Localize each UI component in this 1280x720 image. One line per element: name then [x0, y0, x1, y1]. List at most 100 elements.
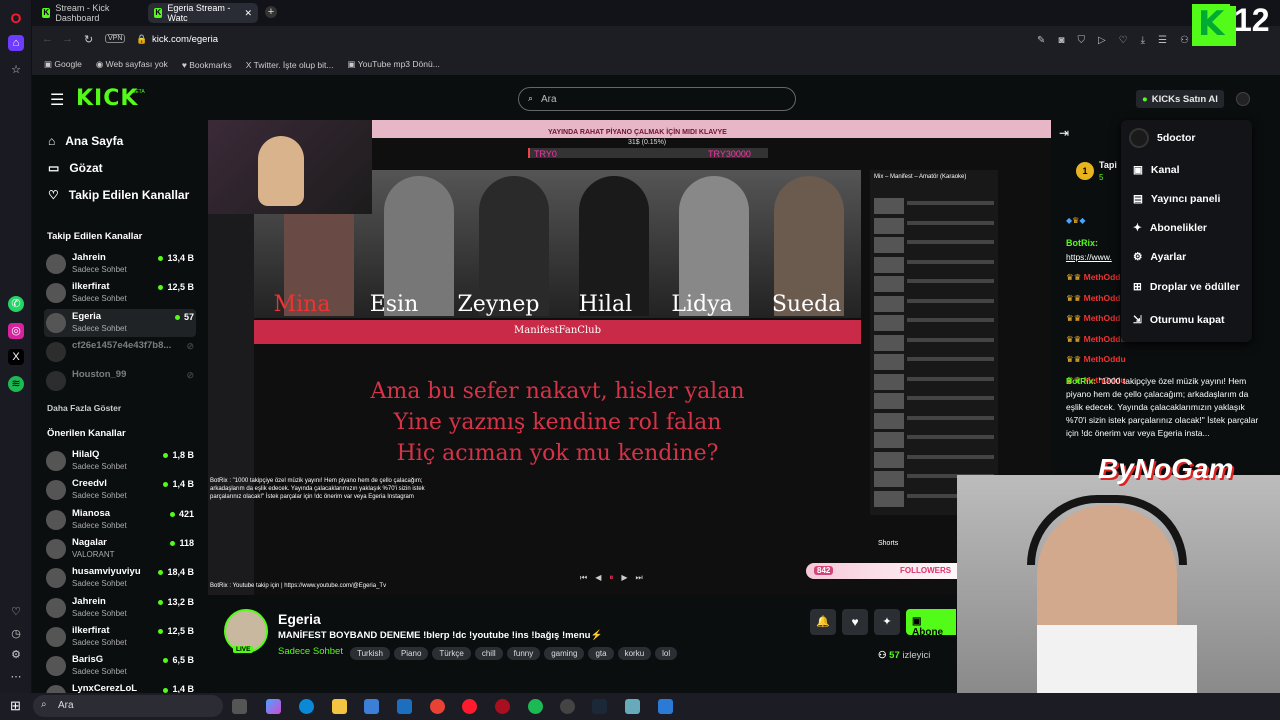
bookmark-twitter[interactable]: X Twitter. İşte olup bit... — [246, 60, 334, 70]
file-explorer-icon[interactable] — [332, 699, 347, 714]
close-tab-icon[interactable]: ✕ — [244, 8, 252, 19]
task-view-icon[interactable] — [232, 699, 247, 714]
chat-message: ♛♛ MethOddu — [1066, 271, 1126, 284]
forward-icon[interactable]: → — [62, 33, 73, 45]
steam-icon[interactable] — [592, 699, 607, 714]
app-icon[interactable] — [625, 699, 640, 714]
opera-gx-icon[interactable] — [462, 699, 477, 714]
stream-tag[interactable]: Türkçe — [432, 647, 471, 660]
app-icon[interactable] — [658, 699, 673, 714]
opera-logo-icon[interactable]: O — [8, 10, 24, 26]
channel-item[interactable]: Houston_99 ⊘ — [44, 367, 196, 395]
collapse-chat-icon[interactable]: ⇥ — [1059, 126, 1069, 140]
bookmark-web[interactable]: ◉ Web sayfası yok — [96, 59, 168, 70]
channel-avatar — [46, 341, 66, 362]
settings-icon[interactable]: ⚙ — [8, 647, 24, 663]
play-icon[interactable]: ▷ — [1098, 35, 1106, 46]
stream-tag[interactable]: Piano — [393, 647, 429, 660]
url-text[interactable]: kick.com/egeria — [152, 34, 218, 45]
download-icon[interactable]: ⤓ — [1141, 35, 1145, 46]
bookmark-bookmarks[interactable]: ♥ Bookmarks — [182, 60, 232, 70]
channel-item[interactable]: Jahrein Sadece Sohbet 13,2 B — [44, 594, 196, 622]
store-icon[interactable] — [364, 699, 379, 714]
channel-item[interactable]: Nagalar VALORANT 118 — [44, 535, 196, 563]
tab-kick-dashboard[interactable]: K Stream - Kick Dashboard — [36, 3, 146, 23]
stream-category[interactable]: Sadece Sohbet — [278, 646, 343, 657]
obs-icon[interactable] — [560, 699, 575, 714]
channel-item[interactable]: HilalQ Sadece Sohbet 1,8 B — [44, 447, 196, 475]
bookmark-youtube[interactable]: ▣ YouTube mp3 Dönü... — [347, 59, 439, 70]
shield-icon[interactable]: ⛉ — [1077, 35, 1085, 46]
kick-logo[interactable]: KICK — [76, 86, 138, 111]
opera-icon[interactable] — [495, 699, 510, 714]
sparkle-button[interactable]: ✦ — [874, 609, 900, 635]
copilot-icon[interactable] — [266, 699, 281, 714]
heart-icon[interactable]: ♡ — [1119, 35, 1128, 46]
stream-tag[interactable]: funny — [506, 647, 541, 660]
taskbar-search[interactable]: ⌕ Ara — [33, 695, 223, 717]
new-tab-icon[interactable]: + — [265, 6, 277, 18]
channel-name: cf26e1457e4e43f7b8... — [72, 339, 172, 351]
channel-item[interactable]: Mianosa Sadece Sohbet 421 — [44, 506, 196, 534]
vpn-badge[interactable]: VPN — [105, 34, 126, 43]
playlist-row — [874, 334, 994, 351]
subscribe-button[interactable]: ▣ Abone — [906, 609, 956, 638]
user-avatar[interactable] — [1236, 92, 1250, 106]
menu-creator-dashboard[interactable]: ▤ Yayıncı paneli — [1133, 193, 1220, 205]
channel-item[interactable]: ilkerfirat Sadece Sohbet 12,5 B — [44, 279, 196, 307]
x-twitter-icon[interactable]: X — [8, 349, 24, 365]
history-icon[interactable]: ◷ — [8, 626, 24, 642]
video-player[interactable]: YAYINDA RAHAT PİYANO ÇALMAK İÇİN MIDI KL… — [208, 120, 1051, 595]
streamer-name[interactable]: Egeria — [278, 611, 321, 627]
show-more-link[interactable]: Daha Fazla Göster — [47, 403, 121, 413]
menu-drops[interactable]: ⊞ Droplar ve ödüller — [1133, 281, 1240, 293]
menu-subscriptions[interactable]: ✦ Abonelikler — [1133, 222, 1207, 234]
stream-tag[interactable]: gta — [588, 647, 614, 660]
menu-icon[interactable]: ☰ — [1158, 35, 1167, 46]
search-input[interactable]: ⌕ Ara — [518, 87, 796, 111]
reload-icon[interactable]: ↻ — [84, 33, 93, 46]
windows-start-icon[interactable]: ⊞ — [10, 698, 21, 714]
spotify-icon[interactable] — [528, 699, 543, 714]
channel-item[interactable]: cf26e1457e4e43f7b8... ⊘ — [44, 338, 196, 366]
menu-settings[interactable]: ⚙ Ayarlar — [1133, 251, 1186, 263]
menu-logout[interactable]: ⇲ Oturumu kapat — [1133, 314, 1225, 326]
menu-channel[interactable]: ▣ Kanal — [1133, 164, 1180, 176]
menu-username[interactable]: 5doctor — [1157, 132, 1196, 144]
notification-bell-button[interactable]: 🔔 — [810, 609, 836, 635]
channel-item[interactable]: Egeria Sadece Sohbet 57 — [44, 308, 196, 337]
nav-home[interactable]: ⌂ Ana Sayfa — [48, 134, 123, 148]
stream-tag[interactable]: lol — [655, 647, 678, 660]
stream-tag[interactable]: Turkish — [350, 647, 390, 660]
chat-link[interactable]: https://www. — [1066, 252, 1112, 262]
edit-icon[interactable]: ✎ — [1037, 35, 1045, 46]
stream-tag[interactable]: korku — [617, 647, 652, 660]
chrome-icon[interactable] — [430, 699, 445, 714]
hamburger-icon[interactable]: ☰ — [50, 90, 64, 110]
buy-kicks-button[interactable]: ● KICKs Satın Al — [1136, 90, 1224, 108]
nav-browse[interactable]: ▭ Gözat — [48, 161, 103, 175]
bookmark-google[interactable]: ▣ Google — [44, 59, 82, 70]
outlook-icon[interactable] — [397, 699, 412, 714]
profile-icon[interactable]: ⚇ — [1180, 35, 1189, 46]
camera-icon[interactable]: ◙ — [1058, 35, 1064, 46]
heart-icon[interactable]: ♡ — [8, 604, 24, 620]
star-icon[interactable]: ☆ — [8, 62, 24, 78]
instagram-icon[interactable]: ◎ — [8, 323, 24, 339]
home-icon[interactable]: ⌂ — [8, 35, 24, 51]
edge-icon[interactable] — [299, 699, 314, 714]
channel-item[interactable]: BarisG Sadece Sohbet 6,5 B — [44, 652, 196, 680]
tab-egeria-stream[interactable]: K Egeria Stream - Watc ✕ — [148, 3, 258, 23]
stream-tag[interactable]: chill — [474, 647, 503, 660]
channel-item[interactable]: Jahrein Sadece Sohbet 13,4 B — [44, 250, 196, 278]
more-icon[interactable]: ⋯ — [8, 669, 24, 685]
nav-following[interactable]: ♡ Takip Edilen Kanallar — [48, 188, 189, 202]
channel-item[interactable]: ilkerfirat Sadece Sohbet 12,5 B — [44, 623, 196, 651]
channel-item[interactable]: Creedvl Sadece Sohbet 1,4 B — [44, 476, 196, 504]
follow-heart-button[interactable]: ♥ — [842, 609, 868, 635]
back-icon[interactable]: ← — [42, 33, 53, 45]
stream-tag[interactable]: gaming — [544, 647, 585, 660]
spotify-icon[interactable]: ≋ — [8, 376, 24, 392]
whatsapp-icon[interactable]: ✆ — [8, 296, 24, 312]
channel-item[interactable]: husamviyuviyu Sadece Sohbet 18,4 B — [44, 564, 196, 592]
